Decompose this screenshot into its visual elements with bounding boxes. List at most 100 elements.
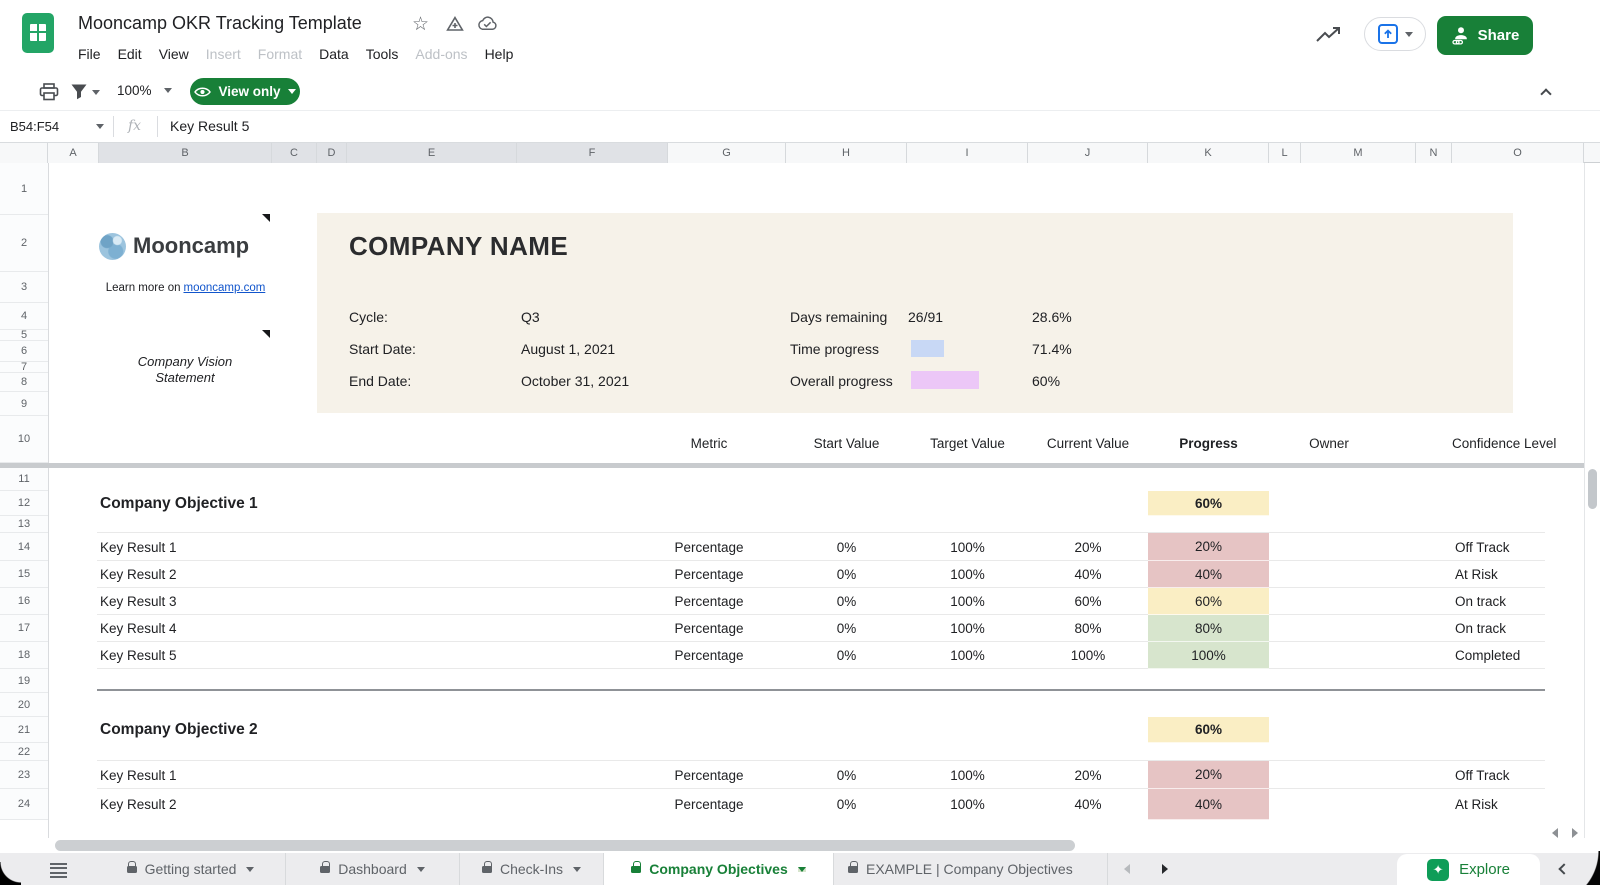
sheet-tab-example-company-objectives[interactable]: EXAMPLE | Company Objectives: [834, 853, 1108, 885]
cell-key-result-progress[interactable]: 20%: [1148, 533, 1269, 561]
row-header-9[interactable]: 9: [0, 392, 48, 416]
cell-key-result-current[interactable]: 100%: [1028, 642, 1148, 669]
sheet-tab-dashboard[interactable]: Dashboard: [286, 853, 460, 885]
cell-key-result-start[interactable]: 0%: [786, 761, 907, 789]
all-sheets-icon[interactable]: [50, 860, 67, 881]
row-header-19[interactable]: 19: [0, 669, 48, 693]
cell-key-result-confidence[interactable]: On track: [1455, 588, 1506, 615]
row-header-23[interactable]: 23: [0, 761, 48, 789]
cell-key-result-current[interactable]: 60%: [1028, 588, 1148, 615]
cell-company-name[interactable]: COMPANY NAME: [349, 231, 568, 262]
vertical-scrollbar-thumb[interactable]: [1588, 469, 1597, 509]
cell-key-result-current[interactable]: 40%: [1028, 561, 1148, 588]
row-header-15[interactable]: 15: [0, 561, 48, 588]
cell-objective-name[interactable]: Company Objective 2: [100, 717, 258, 743]
cell-start-date-label[interactable]: Start Date:: [349, 335, 416, 362]
cell-end-date-value[interactable]: October 31, 2021: [521, 367, 629, 394]
sheet-tab-company-objectives[interactable]: Company Objectives: [604, 853, 834, 885]
row-header-7[interactable]: 7: [0, 362, 48, 373]
cell-key-result-metric[interactable]: Percentage: [650, 588, 768, 615]
row-header-1[interactable]: 1: [0, 163, 48, 215]
cell-key-result-metric[interactable]: Percentage: [650, 642, 768, 669]
cell-time-progress-label[interactable]: Time progress: [790, 335, 879, 362]
sheet-tab-getting-started[interactable]: Getting started: [96, 853, 286, 885]
vertical-scrollbar[interactable]: [1584, 163, 1600, 838]
cell-cycle-label[interactable]: Cycle:: [349, 303, 388, 330]
row-header-5[interactable]: 5: [0, 330, 48, 341]
cell-time-progress-pct[interactable]: 71.4%: [1032, 335, 1072, 362]
mooncamp-link[interactable]: mooncamp.com: [183, 282, 265, 294]
header-current-value[interactable]: Current Value: [1028, 436, 1148, 451]
cell-key-result-progress[interactable]: 80%: [1148, 615, 1269, 642]
cell-key-result-target[interactable]: 100%: [907, 761, 1028, 789]
cell-key-result-metric[interactable]: Percentage: [650, 761, 768, 789]
row-header-20[interactable]: 20: [0, 693, 48, 717]
cell-key-result-metric[interactable]: Percentage: [650, 789, 768, 820]
row-header-13[interactable]: 13: [0, 516, 48, 533]
cell-days-remaining-label[interactable]: Days remaining: [790, 303, 887, 330]
cell-overall-progress-label[interactable]: Overall progress: [790, 367, 893, 394]
cell-key-result-target[interactable]: 100%: [907, 561, 1028, 588]
cell-key-result-metric[interactable]: Percentage: [650, 533, 768, 561]
cell-learn-more[interactable]: Learn more on mooncamp.com: [99, 282, 272, 294]
cell-start-date-value[interactable]: August 1, 2021: [521, 335, 615, 362]
cell-objective-progress[interactable]: 60%: [1148, 717, 1269, 743]
tab-menu-icon[interactable]: [573, 867, 581, 872]
cell-key-result-progress[interactable]: 40%: [1148, 789, 1269, 820]
cell-key-result-confidence[interactable]: On track: [1455, 615, 1506, 642]
frozen-row-divider[interactable]: [0, 463, 1600, 468]
row-header-6[interactable]: 6: [0, 341, 48, 362]
cell-days-remaining-pct[interactable]: 28.6%: [1032, 303, 1072, 330]
cell-key-result-name[interactable]: Key Result 3: [100, 588, 177, 615]
cell-key-result-confidence[interactable]: Off Track: [1455, 761, 1510, 789]
row-header-14[interactable]: 14: [0, 533, 48, 561]
header-start-value[interactable]: Start Value: [786, 436, 907, 451]
cell-key-result-start[interactable]: 0%: [786, 588, 907, 615]
row-header-3[interactable]: 3: [0, 272, 48, 303]
scroll-right-icon[interactable]: [1572, 828, 1578, 838]
cell-key-result-target[interactable]: 100%: [907, 588, 1028, 615]
cell-key-result-start[interactable]: 0%: [786, 561, 907, 588]
scroll-left-icon[interactable]: [1552, 828, 1558, 838]
row-header-8[interactable]: 8: [0, 373, 48, 392]
cell-key-result-progress[interactable]: 20%: [1148, 761, 1269, 789]
cell-key-result-confidence[interactable]: At Risk: [1455, 789, 1498, 820]
cell-cycle-value[interactable]: Q3: [521, 303, 540, 330]
header-progress[interactable]: Progress: [1148, 436, 1269, 451]
row-header-11[interactable]: 11: [0, 468, 48, 491]
cell-key-result-confidence[interactable]: Completed: [1455, 642, 1520, 669]
tab-menu-icon[interactable]: [246, 867, 254, 872]
row-header-18[interactable]: 18: [0, 642, 48, 669]
header-metric[interactable]: Metric: [650, 436, 768, 451]
row-header-12[interactable]: 12: [0, 491, 48, 516]
cell-key-result-current[interactable]: 40%: [1028, 789, 1148, 820]
header-owner[interactable]: Owner: [1269, 436, 1389, 451]
tab-menu-icon[interactable]: [798, 867, 806, 872]
cell-key-result-progress[interactable]: 60%: [1148, 588, 1269, 615]
header-confidence-level[interactable]: Confidence Level: [1452, 436, 1556, 451]
row-header-24[interactable]: 24: [0, 789, 48, 820]
cell-key-result-target[interactable]: 100%: [907, 533, 1028, 561]
cell-objective-name[interactable]: Company Objective 1: [100, 491, 258, 516]
cell-key-result-start[interactable]: 0%: [786, 615, 907, 642]
cell-key-result-progress[interactable]: 40%: [1148, 561, 1269, 588]
cell-key-result-current[interactable]: 20%: [1028, 761, 1148, 789]
cell-end-date-label[interactable]: End Date:: [349, 367, 411, 394]
cell-objective-progress[interactable]: 60%: [1148, 491, 1269, 516]
cell-key-result-current[interactable]: 80%: [1028, 615, 1148, 642]
cell-key-result-start[interactable]: 0%: [786, 789, 907, 820]
cell-key-result-confidence[interactable]: At Risk: [1455, 561, 1498, 588]
cell-days-remaining-value[interactable]: 26/91: [908, 303, 943, 330]
cell-key-result-name[interactable]: Key Result 2: [100, 789, 177, 820]
cell-key-result-name[interactable]: Key Result 4: [100, 615, 177, 642]
cell-key-result-name[interactable]: Key Result 2: [100, 561, 177, 588]
cell-key-result-start[interactable]: 0%: [786, 642, 907, 669]
row-header-10[interactable]: 10: [0, 416, 48, 463]
cell-key-result-name[interactable]: Key Result 1: [100, 533, 177, 561]
horizontal-scrollbar[interactable]: [0, 838, 1600, 853]
header-target-value[interactable]: Target Value: [907, 436, 1028, 451]
tab-scroll-left-icon[interactable]: [1124, 864, 1130, 874]
explore-button[interactable]: ✦ Explore: [1397, 854, 1540, 885]
cell-key-result-target[interactable]: 100%: [907, 615, 1028, 642]
row-header-16[interactable]: 16: [0, 588, 48, 615]
